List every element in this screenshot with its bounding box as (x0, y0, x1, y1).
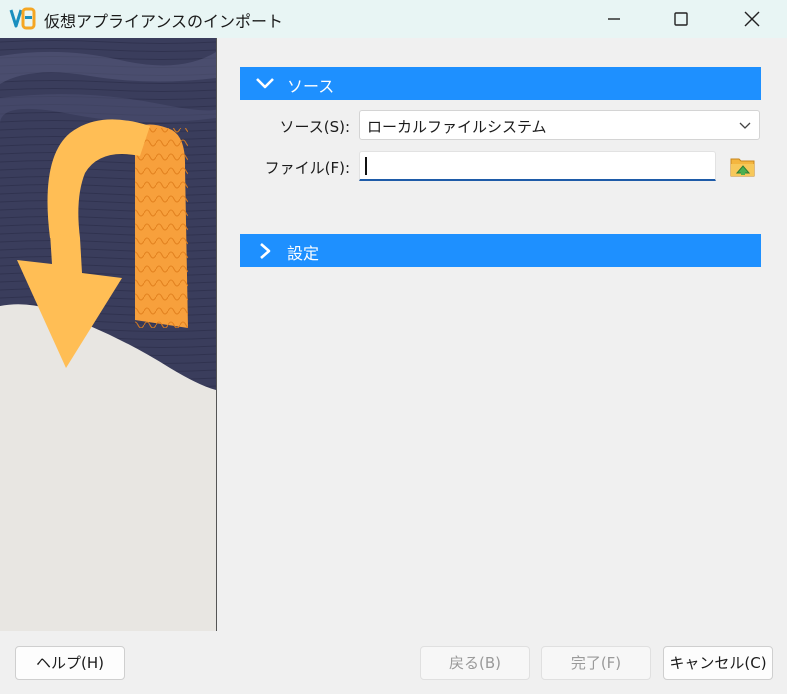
cancel-button[interactable]: キャンセル(C) (663, 646, 773, 680)
file-path-input[interactable] (360, 152, 715, 179)
maximize-icon (674, 12, 688, 26)
back-button[interactable]: 戻る(B) (420, 646, 530, 680)
close-icon (744, 11, 760, 27)
import-arrow-illustration (0, 38, 216, 631)
wizard-illustration (0, 38, 216, 631)
minimize-icon (608, 18, 620, 20)
title-bar: 仮想アプライアンスのインポート (0, 0, 787, 38)
settings-section-label: 設定 (287, 244, 320, 263)
chevron-down-icon (256, 78, 274, 89)
chevron-down-icon (739, 122, 751, 129)
file-field-label: ファイル(F): (264, 159, 350, 177)
minimize-button[interactable] (591, 0, 637, 38)
virtualbox-app-icon (9, 7, 36, 30)
folder-icon (730, 158, 755, 177)
settings-section-header[interactable]: 設定 (240, 234, 761, 267)
source-section-label: ソース (287, 77, 335, 96)
close-button[interactable] (729, 0, 775, 38)
source-select-value: ローカルファイルシステム (367, 118, 547, 136)
source-select[interactable]: ローカルファイルシステム (359, 110, 760, 140)
sidebar-divider (216, 38, 217, 631)
window-title: 仮想アプライアンスのインポート (44, 12, 284, 31)
maximize-button[interactable] (658, 0, 704, 38)
source-section-header[interactable]: ソース (240, 67, 761, 100)
chevron-right-icon (260, 243, 271, 259)
source-field-label: ソース(S): (279, 118, 350, 136)
browse-file-button[interactable] (729, 153, 757, 179)
finish-button[interactable]: 完了(F) (541, 646, 651, 680)
help-button[interactable]: ヘルプ(H) (15, 646, 125, 680)
file-path-field[interactable] (359, 151, 716, 181)
